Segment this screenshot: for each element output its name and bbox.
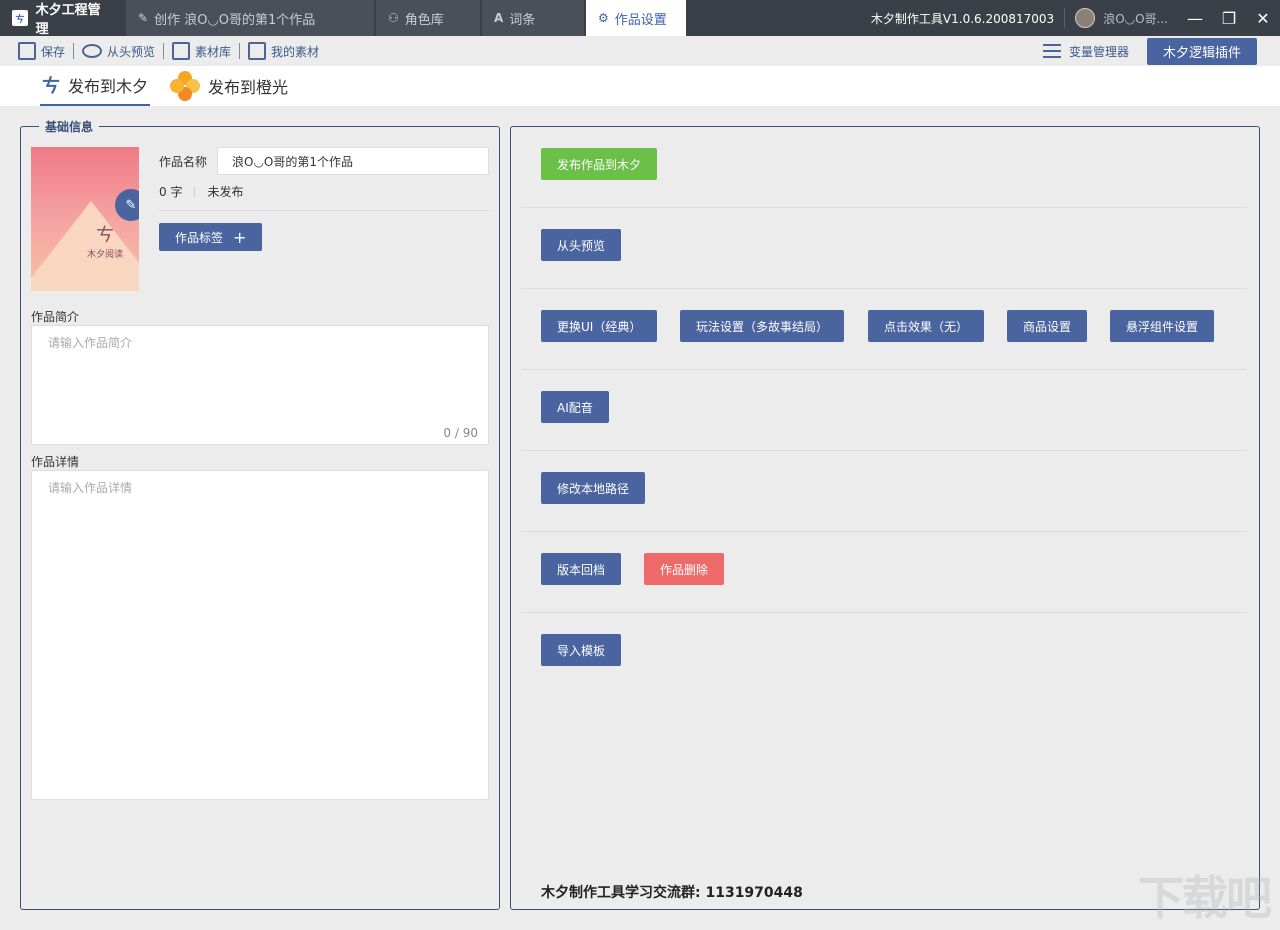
- font-icon: A: [494, 11, 504, 25]
- my-assets-button[interactable]: 我的素材: [240, 42, 327, 60]
- close-button[interactable]: ✕: [1246, 0, 1280, 36]
- action-row: 发布作品到木夕: [521, 127, 1247, 208]
- pencil-icon: ✎: [125, 197, 137, 213]
- tab-character-library[interactable]: ⚇ 角色库: [376, 0, 480, 36]
- tab-work-settings[interactable]: ⚙ 作品设置: [586, 0, 686, 36]
- click-effect-button[interactable]: 点击效果（无）: [868, 310, 985, 342]
- cover-subtitle: 木夕阅读: [87, 250, 124, 260]
- cover-image[interactable]: ㄘ 木夕阅读 ✎: [31, 147, 139, 291]
- change-ui-button[interactable]: 更换UI（经典）: [541, 310, 658, 342]
- action-row: 从头预览: [521, 208, 1247, 289]
- my-assets-icon: [248, 42, 267, 60]
- intro-placeholder: 请输入作品简介: [48, 336, 133, 350]
- tab-label: 发布到木夕: [68, 77, 149, 96]
- floating-widget-settings-button[interactable]: 悬浮组件设置: [1110, 310, 1215, 342]
- eye-icon: [82, 44, 103, 58]
- detail-textarea[interactable]: 请输入作品详情: [31, 470, 489, 800]
- preview-label: 从头预览: [107, 44, 156, 59]
- save-icon: [18, 42, 36, 60]
- change-local-path-button[interactable]: 修改本地路径: [541, 472, 646, 504]
- minimize-button[interactable]: —: [1178, 0, 1212, 36]
- restore-button[interactable]: ❐: [1212, 0, 1246, 36]
- toolbar: 保存 从头预览 素材库 我的素材 变量管理器 木夕逻辑插件: [0, 36, 1280, 66]
- import-template-button[interactable]: 导入模板: [541, 634, 622, 666]
- intro-textarea[interactable]: 请输入作品简介 0 / 90: [31, 325, 489, 445]
- divider: [159, 210, 489, 211]
- action-row: 导入模板: [521, 613, 1247, 694]
- users-icon: ⚇: [388, 11, 399, 25]
- intro-counter: 0 / 90: [443, 426, 478, 440]
- avatar: [1075, 8, 1096, 28]
- tab-publish-chengguang[interactable]: 发布到橙光: [168, 66, 290, 106]
- tag-label: 作品标签: [175, 230, 224, 245]
- save-label: 保存: [41, 44, 66, 59]
- plus-icon: +: [233, 227, 247, 247]
- ai-voice-button[interactable]: AI配音: [541, 391, 609, 423]
- watermark: 下载吧: [1138, 871, 1272, 925]
- asset-library-label: 素材库: [195, 44, 232, 59]
- version-label: 木夕制作工具V1.0.6.200817003: [861, 8, 1066, 28]
- asset-library-button[interactable]: 素材库: [164, 42, 239, 60]
- publish-status: 未发布: [207, 185, 244, 199]
- delete-work-button[interactable]: 作品删除: [644, 553, 725, 585]
- app-logo-icon: ㄘ: [12, 10, 28, 26]
- edit-cover-button[interactable]: ✎: [115, 189, 139, 221]
- actions-panel: 发布作品到木夕 从头预览 更换UI（经典） 玩法设置（多故事结局） 点击效果（无…: [510, 126, 1260, 910]
- action-row: 修改本地路径: [521, 451, 1247, 532]
- product-settings-button[interactable]: 商品设置: [1007, 310, 1088, 342]
- word-count: 0 字: [159, 185, 183, 199]
- action-row: AI配音: [521, 370, 1247, 451]
- muxi-logo-icon: ㄘ: [42, 76, 60, 97]
- work-tags-button[interactable]: 作品标签 +: [159, 223, 263, 251]
- sliders-icon: [1042, 44, 1061, 58]
- tab-glossary[interactable]: A 词条: [482, 0, 584, 36]
- tab-publish-muxi[interactable]: ㄘ 发布到木夕: [40, 66, 151, 106]
- panel-legend: 基础信息: [39, 118, 100, 135]
- tab-label: 词条: [509, 12, 536, 28]
- publish-to-muxi-button[interactable]: 发布作品到木夕: [541, 148, 658, 180]
- pencil-icon: ✎: [138, 11, 149, 25]
- publish-tabs: ㄘ 发布到木夕 发布到橙光: [0, 66, 1280, 106]
- community-group-text: 木夕制作工具学习交流群: 1131970448: [541, 885, 803, 901]
- action-row: 版本回档 作品删除: [521, 532, 1247, 613]
- app-name: 木夕工程管理: [35, 3, 101, 37]
- gameplay-settings-button[interactable]: 玩法设置（多故事结局）: [680, 310, 845, 342]
- tab-label: 创作 浪O◡O哥的第1个作品: [154, 12, 316, 28]
- cover-text: ㄘ 木夕阅读: [87, 221, 123, 260]
- variable-manager-label: 变量管理器: [1068, 44, 1129, 59]
- variable-manager-button[interactable]: 变量管理器: [1042, 43, 1129, 60]
- cover-title: ㄘ: [96, 225, 114, 246]
- work-name-input[interactable]: 浪O◡O哥的第1个作品: [217, 147, 489, 175]
- preview-button[interactable]: 从头预览: [74, 43, 163, 60]
- gear-icon: ⚙: [598, 11, 609, 25]
- preview-from-start-button[interactable]: 从头预览: [541, 229, 622, 261]
- detail-label: 作品详情: [31, 455, 80, 469]
- my-assets-label: 我的素材: [271, 44, 320, 59]
- logic-plugin-button[interactable]: 木夕逻辑插件: [1146, 37, 1257, 65]
- app-tab[interactable]: ㄘ 木夕工程管理: [0, 0, 124, 37]
- save-button[interactable]: 保存: [10, 42, 73, 60]
- username: 浪O◡O哥...: [1103, 11, 1168, 26]
- user-menu[interactable]: 浪O◡O哥...: [1065, 8, 1178, 28]
- title-bar: ㄘ 木夕工程管理 ✎ 创作 浪O◡O哥的第1个作品 ⚇ 角色库 A 词条 ⚙ 作…: [0, 0, 1280, 37]
- tab-label: 发布到橙光: [208, 78, 289, 97]
- tab-label: 作品设置: [614, 12, 667, 28]
- tab-create[interactable]: ✎ 创作 浪O◡O哥的第1个作品: [126, 0, 374, 36]
- name-label: 作品名称: [159, 155, 208, 169]
- divider: [194, 186, 196, 197]
- detail-placeholder: 请输入作品详情: [48, 481, 133, 495]
- basic-info-panel: 基础信息 ㄘ 木夕阅读 ✎ 作品名称 浪O◡O哥的第1个作品 0 字 未发布 作…: [20, 118, 500, 910]
- chengguang-logo-icon: [170, 71, 201, 101]
- intro-label: 作品简介: [31, 310, 80, 324]
- work-meta: 0 字 未发布: [159, 183, 243, 200]
- action-row: 更换UI（经典） 玩法设置（多故事结局） 点击效果（无） 商品设置 悬浮组件设置: [521, 289, 1247, 370]
- tab-label: 角色库: [404, 12, 444, 28]
- image-library-icon: [172, 42, 191, 60]
- version-rollback-button[interactable]: 版本回档: [541, 553, 622, 585]
